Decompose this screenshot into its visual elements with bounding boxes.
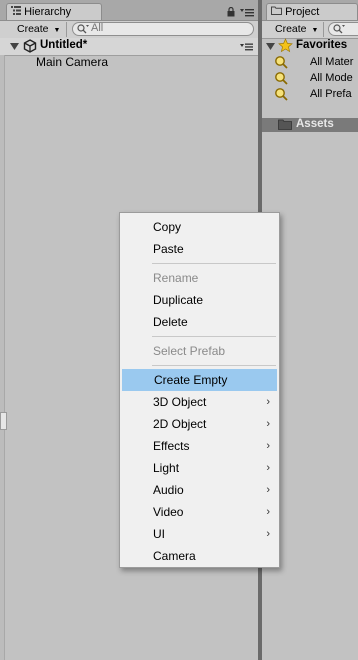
search-favorite-icon <box>274 87 288 106</box>
menu-item-label: Rename <box>153 271 199 285</box>
search-icon <box>333 24 345 37</box>
tab-hierarchy-label: Hierarchy <box>24 6 72 18</box>
menu-item-effects[interactable]: Effects › <box>121 435 278 457</box>
hierarchy-left-edge <box>0 55 5 660</box>
scene-name: Untitled* <box>40 39 88 51</box>
menu-item-label: Effects <box>153 439 190 453</box>
chevron-right-icon: › <box>266 528 270 540</box>
project-search-input[interactable] <box>328 22 358 36</box>
panel-menu-icon[interactable] <box>240 8 254 20</box>
menu-item-label: Video <box>153 505 184 519</box>
foldout-triangle-icon[interactable] <box>10 42 19 54</box>
menu-separator <box>152 336 276 337</box>
menu-item-audio[interactable]: Audio › <box>121 479 278 501</box>
menu-separator <box>152 365 276 366</box>
chevron-right-icon: › <box>266 462 270 474</box>
left-scroll-handle[interactable] <box>0 412 7 430</box>
scene-row[interactable]: Untitled* <box>0 38 258 56</box>
menu-item-label: UI <box>153 527 165 541</box>
menu-item-video[interactable]: Video › <box>121 501 278 523</box>
menu-item-label: Light <box>153 461 180 475</box>
favorite-item-label: All Mode <box>310 72 353 84</box>
context-menu: Copy Paste Rename Duplicate Delete Selec… <box>119 212 280 568</box>
favorites-label[interactable]: Favorites <box>296 39 347 51</box>
assets-row[interactable]: Assets <box>262 118 358 132</box>
chevron-right-icon: › <box>266 440 270 452</box>
hierarchy-list-icon <box>11 4 21 20</box>
menu-item-label: Audio <box>153 483 184 497</box>
menu-item-camera[interactable]: Camera <box>121 545 278 567</box>
hierarchy-item-label: Main Camera <box>36 55 109 69</box>
menu-item-label: Create Empty <box>154 373 228 387</box>
scene-menu-icon[interactable] <box>240 42 253 54</box>
project-create-button[interactable]: Create ▼ <box>275 22 318 37</box>
lock-icon[interactable] <box>227 6 235 20</box>
project-create-label: Create <box>275 23 307 35</box>
favorite-item-label: All Mater <box>310 56 354 68</box>
menu-item-rename: Rename <box>121 267 278 289</box>
menu-item-select-prefab: Select Prefab <box>121 340 278 362</box>
chevron-right-icon: › <box>266 484 270 496</box>
menu-item-label: Select Prefab <box>153 344 226 358</box>
menu-item-label: Delete <box>153 315 188 329</box>
star-icon <box>278 38 293 56</box>
menu-item-create-empty[interactable]: Create Empty <box>122 369 277 391</box>
menu-item-label: Duplicate <box>153 293 204 307</box>
chevron-right-icon: › <box>266 418 270 430</box>
hierarchy-search-input[interactable]: All <box>72 22 254 36</box>
tab-project-label: Project <box>285 6 320 18</box>
assets-label: Assets <box>296 118 334 130</box>
menu-separator <box>152 263 276 264</box>
chevron-down-icon: ▼ <box>53 27 61 34</box>
tab-hierarchy[interactable]: Hierarchy <box>6 3 102 20</box>
menu-item-label: Paste <box>153 242 184 256</box>
menu-item-copy[interactable]: Copy <box>121 216 278 238</box>
chevron-down-icon: ▼ <box>311 27 319 34</box>
search-icon <box>77 24 89 37</box>
menu-item-light[interactable]: Light › <box>121 457 278 479</box>
menu-item-ui[interactable]: UI › <box>121 523 278 545</box>
menu-item-3d-object[interactable]: 3D Object › <box>121 391 278 413</box>
menu-item-duplicate[interactable]: Duplicate <box>121 289 278 311</box>
hierarchy-create-button[interactable]: Create ▼ <box>17 22 60 37</box>
hierarchy-create-label: Create <box>17 23 49 35</box>
foldout-triangle-icon[interactable] <box>266 42 275 54</box>
menu-item-paste[interactable]: Paste <box>121 238 278 260</box>
menu-item-label: Copy <box>153 220 182 234</box>
folder-icon <box>278 119 292 133</box>
folder-icon <box>271 4 282 20</box>
menu-item-label: Camera <box>153 549 196 563</box>
tab-project[interactable]: Project <box>266 3 358 20</box>
chevron-right-icon: › <box>266 506 270 518</box>
toolbar-divider <box>323 22 324 37</box>
toolbar-divider <box>66 22 67 37</box>
menu-item-label: 3D Object <box>153 395 207 409</box>
menu-item-label: 2D Object <box>153 417 207 431</box>
favorite-item-label: All Prefa <box>310 88 352 100</box>
chevron-right-icon: › <box>266 396 270 408</box>
unity-scene-icon <box>23 39 37 56</box>
hierarchy-item-main-camera[interactable]: Main Camera <box>36 55 108 70</box>
search-placeholder: All <box>91 22 104 34</box>
menu-item-delete[interactable]: Delete <box>121 311 278 333</box>
menu-item-2d-object[interactable]: 2D Object › <box>121 413 278 435</box>
